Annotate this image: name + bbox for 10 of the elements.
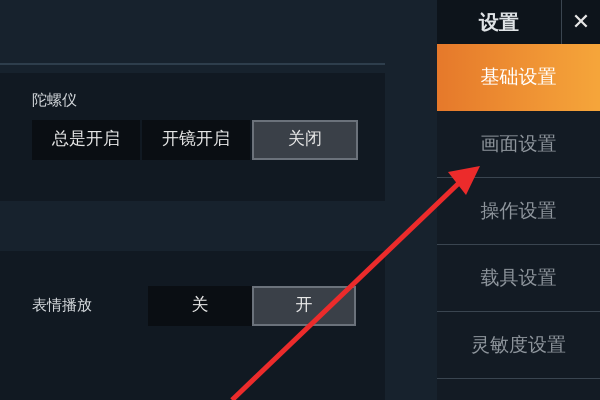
- close-button[interactable]: ✕: [562, 0, 600, 44]
- setting-label: 陀螺仪: [32, 90, 77, 111]
- sidebar-tab[interactable]: 载具设置: [437, 245, 600, 312]
- option-button[interactable]: 关: [148, 286, 252, 326]
- option-button[interactable]: 开: [252, 286, 356, 326]
- option-button[interactable]: 总是开启: [32, 120, 140, 160]
- option-button[interactable]: 关闭: [252, 120, 358, 160]
- setting-label: 表情播放: [32, 295, 93, 316]
- option-button[interactable]: 开镜开启: [142, 120, 250, 160]
- sidebar-tab[interactable]: 灵敏度设置: [437, 312, 600, 379]
